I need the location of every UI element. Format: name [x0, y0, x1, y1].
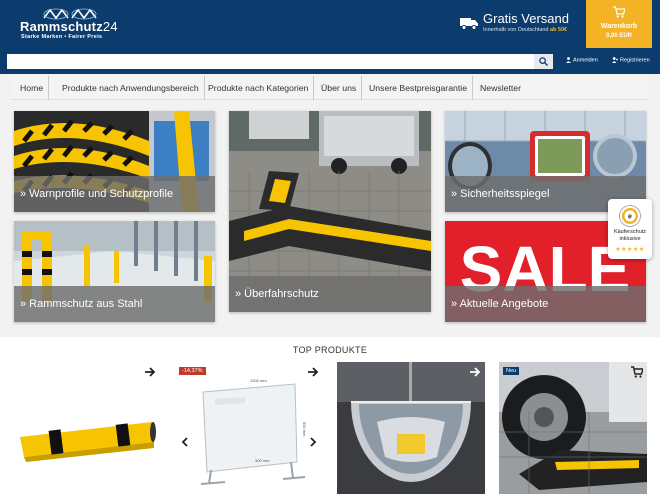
- category-tile-ueberfahrschutz[interactable]: » Überfahrschutz: [229, 111, 431, 312]
- product-card[interactable]: [337, 362, 485, 494]
- nav-item-home[interactable]: Home: [15, 76, 50, 100]
- add-user-icon: [612, 57, 618, 63]
- dimension-bottom-label: 300 mm: [255, 458, 270, 463]
- category-tile-sicherheitsspiegel[interactable]: » Sicherheitsspiegel: [445, 111, 646, 212]
- site-header: Rammschutz24 Starke Marken • Fairer Prei…: [0, 0, 660, 50]
- product-image-dome-mirror: [337, 362, 485, 494]
- cart-sum: 0,00 EUR: [605, 33, 632, 39]
- product-image-protection-profile: [12, 362, 160, 494]
- cart-add-icon[interactable]: [631, 366, 643, 378]
- svg-text:e: e: [628, 214, 632, 221]
- discount-badge: -14,37%: [179, 367, 206, 375]
- logo-tagline: Starke Marken • Fairer Preis: [21, 34, 103, 40]
- trust-badge-line1: Käuferschutz: [613, 229, 647, 235]
- shipping-subtitle: Innerhalb von Deutschland ab 50€: [483, 27, 568, 33]
- trust-badge-line2: inklusive: [619, 236, 641, 242]
- cart-label: Warenkorb: [600, 23, 638, 30]
- tile-label: » Aktuelle Angebote: [445, 286, 646, 322]
- search-bar: Anmelden Registrieren: [0, 50, 660, 74]
- tile-label: » Überfahrschutz: [229, 276, 431, 312]
- category-tile-rammschutz-stahl[interactable]: » Rammschutz aus Stahl: [14, 221, 215, 322]
- nav-item-anwendungsbereich[interactable]: Produkte nach Anwendungsbereich: [57, 76, 205, 100]
- logo-name: Rammschutz24: [20, 19, 118, 34]
- top-products-section: TOP PRODUKTE 1000 mm 800 mm 300 mm -14,3…: [0, 337, 660, 494]
- nav-item-bestpreisgarantie[interactable]: Unsere Bestpreisgarantie: [364, 76, 474, 100]
- product-image-wheel-stop: [499, 362, 647, 494]
- dimension-side-label: 800 mm: [302, 422, 307, 437]
- product-image-acrylic-screen: 1000 mm 800 mm 300 mm: [175, 362, 323, 494]
- tile-label: » Rammschutz aus Stahl: [14, 286, 215, 322]
- register-link[interactable]: Registrieren: [612, 57, 650, 63]
- dimension-top-label: 1000 mm: [250, 378, 267, 383]
- shipping-threshold: ab 50€: [549, 27, 568, 33]
- new-badge: Neu: [503, 367, 520, 375]
- trust-badge[interactable]: e Käuferschutz inklusive ★★★★★: [608, 199, 652, 259]
- cart-button[interactable]: Warenkorb 0,00 EUR: [586, 0, 652, 48]
- trust-badge-stars: ★★★★★: [615, 247, 645, 253]
- product-card[interactable]: [12, 362, 160, 494]
- category-tile-warnprofile[interactable]: » Warnprofile und Schutzprofile: [14, 111, 215, 212]
- nav-item-ueber-uns[interactable]: Über uns: [316, 76, 363, 100]
- truck-icon: [460, 18, 478, 30]
- arrow-right-icon[interactable]: [469, 366, 481, 378]
- arrow-right-icon[interactable]: [307, 366, 319, 378]
- product-card[interactable]: Neu: [499, 362, 647, 494]
- chevron-left-icon[interactable]: [181, 437, 189, 447]
- tile-label: » Warnprofile und Schutzprofile: [14, 176, 215, 212]
- cart-icon: [613, 6, 625, 18]
- shipping-title: Gratis Versand: [483, 11, 569, 26]
- product-card[interactable]: 1000 mm 800 mm 300 mm -14,37%: [175, 362, 323, 494]
- section-title: TOP PRODUKTE: [292, 345, 368, 355]
- nav-item-kategorien[interactable]: Produkte nach Kategorien: [203, 76, 315, 100]
- nav-item-newsletter[interactable]: Newsletter: [475, 76, 526, 100]
- search-button[interactable]: [534, 54, 553, 69]
- main-navigation: Home Produkte nach Anwendungsbereich Pro…: [11, 76, 649, 100]
- user-icon: [566, 57, 571, 63]
- search-input[interactable]: [7, 54, 534, 69]
- chevron-right-icon[interactable]: [309, 437, 317, 447]
- arrow-right-icon[interactable]: [144, 366, 156, 378]
- trust-seal-icon: e: [619, 205, 641, 227]
- search-icon: [539, 57, 548, 66]
- login-link[interactable]: Anmelden: [566, 57, 598, 63]
